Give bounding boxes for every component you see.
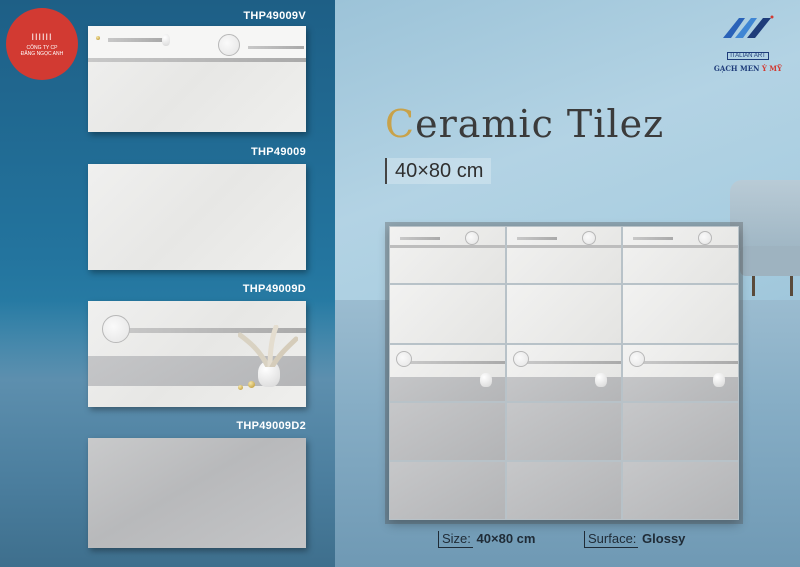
catalog-stage: IIIIII CÔNG TY CP ĐĂNG NGỌC ANH ITALIAN … (0, 0, 800, 567)
tile-stripe (108, 38, 163, 42)
title-rest: eramic Tilez (415, 102, 665, 146)
pampas-grass-icon (238, 325, 298, 367)
preview-tile (389, 402, 506, 461)
spec-size-value: 40×80 cm (476, 531, 536, 546)
tile-border-strip (88, 26, 306, 58)
preview-tile (622, 284, 739, 344)
logo-bars: IIIIII (31, 31, 53, 42)
brand-mark-icon (723, 15, 774, 38)
page-title: Ceramic Tilez (385, 102, 745, 146)
vase (162, 34, 170, 46)
preview-tile (389, 284, 506, 344)
tile-stripe (88, 58, 306, 62)
brand-sub: ITALIAN ART (727, 52, 769, 60)
preview-tile (622, 226, 739, 284)
spec-surface: Surface: Glossy (584, 531, 686, 548)
spec-surface-label: Surface: (584, 531, 639, 548)
brand-name: GẠCH MEN Ý MỸ (700, 64, 796, 73)
vase (480, 373, 492, 387)
sofa-leg (790, 276, 793, 296)
tile-stripe (400, 237, 440, 240)
decor-circle (218, 34, 240, 56)
decor-circle (629, 351, 645, 367)
gold-ball (248, 381, 255, 388)
size-badge: 40×80 cm (385, 158, 492, 184)
sofa-seat (740, 246, 800, 276)
tile-code-2: THP49009 (251, 146, 306, 158)
tile-stripe (248, 46, 304, 49)
brand-name-a: GẠCH MEN (713, 64, 760, 73)
sofa-leg (752, 276, 755, 296)
preview-tile (506, 226, 622, 284)
wall-preview (389, 226, 739, 520)
preview-tile (389, 461, 506, 520)
preview-tile (506, 284, 622, 344)
decor-circle (582, 231, 596, 245)
tile-stripe (517, 237, 557, 240)
tile-stripe (525, 361, 621, 364)
brand-name-b: Ý MỸ (761, 64, 783, 73)
tile-stripe (390, 245, 505, 248)
brand-logo: ITALIAN ART GẠCH MEN Ý MỸ (700, 14, 796, 76)
decor-circle (102, 315, 130, 343)
preview-tile-decor (506, 344, 622, 402)
tile-code-1: THP49009V (243, 10, 306, 22)
gold-ball (96, 36, 100, 40)
tile-stripe (641, 361, 738, 364)
tile-thp49009d (88, 301, 306, 407)
tile-stripe (507, 245, 621, 248)
preview-tile (389, 226, 506, 284)
title-first-letter: C (385, 102, 416, 146)
preview-tile-decor (622, 344, 739, 402)
sofa-back (730, 180, 800, 250)
preview-tile (622, 461, 739, 520)
tile-stripe (633, 237, 673, 240)
preview-tile (622, 402, 739, 461)
decor-circle (513, 351, 529, 367)
decor-circle (465, 231, 479, 245)
spec-surface-value: Glossy (642, 531, 686, 546)
gold-ball (238, 385, 243, 390)
tile-thp49009v (88, 26, 306, 132)
preview-tile (506, 461, 622, 520)
tile-thp49009 (88, 164, 306, 270)
tile-thp49009d2 (88, 438, 306, 548)
tile-stripe (408, 361, 505, 364)
decor-circle (698, 231, 712, 245)
spec-size: Size: 40×80 cm (438, 531, 536, 548)
decor-circle (396, 351, 412, 367)
tile-stripe (623, 245, 738, 248)
tile-code-3: THP49009D (242, 283, 306, 295)
company-logo: IIIIII CÔNG TY CP ĐĂNG NGỌC ANH (6, 8, 78, 80)
preview-tile-decor (389, 344, 506, 402)
spec-size-label: Size: (438, 531, 473, 548)
preview-tile (506, 402, 622, 461)
vase (713, 373, 725, 387)
tile-code-4: THP49009D2 (236, 420, 306, 432)
vase (595, 373, 607, 387)
logo-line-2: ĐĂNG NGỌC ANH (20, 50, 64, 57)
